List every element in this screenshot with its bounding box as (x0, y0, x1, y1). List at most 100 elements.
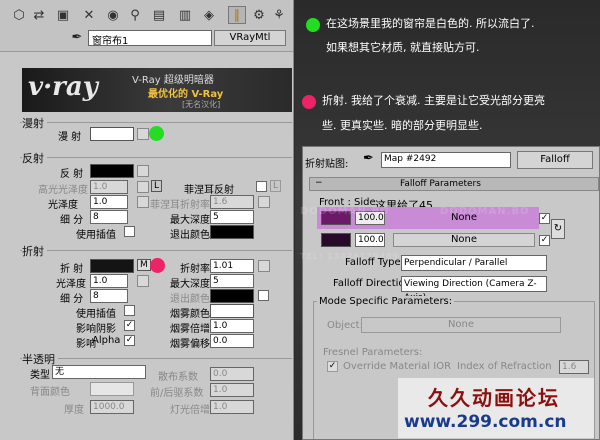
eyedropper-icon[interactable]: ✒ (363, 151, 374, 166)
put-material-icon[interactable]: ⇄ (30, 6, 48, 24)
fresnel-ior-input[interactable]: 1.6 (210, 195, 254, 209)
refract-color-swatch[interactable] (90, 259, 134, 273)
banner-line-3: [无名汉化] (182, 100, 221, 109)
falloff-rollout-header[interactable]: − Falloff Parameters (309, 177, 599, 191)
affect-shadows-checkbox[interactable]: ✓ (124, 320, 135, 331)
side-color-swatch[interactable] (321, 233, 351, 247)
refr-exit-color-swatch[interactable] (210, 289, 254, 303)
swap-colors-icon[interactable]: ↻ (551, 219, 565, 239)
refr-gloss-input[interactable]: 1.0 (90, 274, 128, 288)
refr-subdivs-input[interactable]: 8 (90, 289, 128, 303)
refract-label: 折 射 (60, 264, 84, 275)
subdivs-input[interactable]: 8 (90, 210, 128, 224)
divider (20, 250, 292, 251)
map-name-field[interactable]: Map #2492 (381, 152, 511, 168)
front-map-checkbox[interactable]: ✓ (539, 213, 550, 224)
refr-exit-checkbox[interactable] (258, 290, 269, 301)
diffuse-label: 漫 射 (58, 132, 82, 143)
affect-alpha-checkbox[interactable]: ✓ (124, 335, 135, 346)
divider (20, 358, 292, 359)
refr-interp-checkbox[interactable] (124, 305, 135, 316)
override-ior-checkbox[interactable]: ✓ (327, 361, 338, 372)
note-2-line-1: 折射. 我给了个衰减. 主要是让它受光部分更亮 (322, 94, 545, 107)
ior-label: 折射率 (180, 264, 210, 275)
reset-icon[interactable]: ✕ (80, 6, 98, 24)
banner-line-1: V-Ray 超级明暗器 (132, 75, 214, 86)
assign-material-icon[interactable]: ▣ (54, 6, 72, 24)
override-ior-label: Override Material IOR (343, 361, 452, 372)
index-of-refraction-label: Index of Refraction (457, 361, 552, 372)
scatter-input[interactable]: 0.0 (210, 367, 254, 381)
watermark: TEL: 13824139489 (300, 252, 400, 261)
max-depth-input[interactable]: 5 (210, 210, 254, 224)
fresnel-ior-map-button[interactable] (258, 196, 270, 208)
get-material-icon[interactable]: ⬡ (10, 6, 28, 24)
put-library-icon[interactable]: ▤ (150, 6, 168, 24)
side-map-checkbox[interactable]: ✓ (539, 235, 550, 246)
material-id-icon[interactable]: ▥ (176, 6, 194, 24)
go-sibling-icon[interactable]: ⚘ (270, 6, 288, 24)
thickness-input[interactable]: 1000.0 (90, 400, 134, 414)
refract-map-button[interactable]: M (137, 259, 151, 271)
side-amount-input[interactable]: 100.0 (355, 233, 385, 247)
diffuse-group-title: 漫射 (22, 115, 47, 131)
refr-gloss-map-button[interactable] (137, 275, 149, 287)
falloff-type-select[interactable]: Perpendicular / Parallel (401, 255, 547, 271)
collapse-icon: − (315, 178, 323, 188)
fresnel-label: 菲涅耳反射 (184, 185, 234, 196)
green-marker-dot (149, 126, 164, 141)
eyedropper-icon[interactable]: ✒ (68, 30, 86, 46)
make-copy-icon[interactable]: ◉ (104, 6, 122, 24)
hilight-gloss-label: 高光光泽度 (38, 185, 88, 196)
fog-color-swatch[interactable] (210, 304, 254, 318)
hilight-gloss-map-button[interactable] (137, 181, 149, 193)
back-color-swatch[interactable] (90, 382, 134, 396)
vray-logo: v·ray (28, 72, 98, 102)
fog-bias-input[interactable]: 0.0 (210, 334, 254, 348)
index-of-refraction-input[interactable]: 1.6 (559, 360, 589, 374)
diffuse-map-button[interactable] (137, 128, 149, 140)
use-interp-checkbox[interactable] (124, 226, 135, 237)
ior-input[interactable]: 1.01 (210, 259, 254, 273)
hilight-gloss-input[interactable]: 1.0 (90, 180, 128, 194)
make-unique-icon[interactable]: ⚲ (126, 6, 144, 24)
material-name-field[interactable]: 窗帘布1 (88, 30, 212, 47)
refract-map-label: 折射贴图: (305, 159, 349, 170)
fresnel-lock-button[interactable]: L (270, 180, 282, 192)
scatter-label: 散布系数 (158, 372, 198, 383)
fwd-back-input[interactable]: 1.0 (210, 383, 254, 397)
object-picker-button[interactable]: None (361, 317, 561, 333)
fog-mult-input[interactable]: 1.0 (210, 319, 254, 333)
fresnel-ior-label: 菲涅耳折射率 (150, 200, 210, 211)
exit-color-label: 退出颜色 (170, 230, 210, 241)
map-type-button[interactable]: Falloff (517, 151, 593, 169)
side-map-button[interactable]: None (393, 233, 535, 247)
reflection-group-title: 反射 (22, 150, 47, 166)
affect-alpha-value: Alpha (92, 335, 121, 346)
gloss-input[interactable]: 1.0 (90, 195, 128, 209)
go-parent-icon[interactable]: ⚙ (250, 6, 268, 24)
use-interp-label: 使用插值 (76, 230, 116, 241)
ior-map-button[interactable] (258, 260, 270, 272)
note-1-line-2: 如果想其它材质, 就直接贴方可. (326, 41, 480, 54)
pink-marker-dot (150, 258, 165, 273)
gloss-map-button[interactable] (137, 196, 149, 208)
show-end-icon[interactable]: ∥ (228, 6, 246, 24)
falloff-direction-select[interactable]: Viewing Direction (Camera Z-Axis) (401, 276, 547, 303)
show-map-icon[interactable]: ◈ (200, 6, 218, 24)
fresnel-checkbox[interactable] (256, 181, 267, 192)
refr-max-depth-input[interactable]: 5 (210, 274, 254, 288)
material-type-button[interactable]: VRayMtl (214, 30, 286, 46)
reflect-color-swatch[interactable] (90, 164, 134, 178)
reflect-label: 反 射 (60, 169, 84, 180)
watermark: DODOMAN.BO (440, 206, 530, 217)
reflect-map-button[interactable] (137, 165, 149, 177)
subdivs-label: 细 分 (60, 215, 84, 226)
fog-mult-label: 烟雾倍增 (170, 324, 210, 335)
exit-color-swatch[interactable] (210, 225, 254, 239)
translucency-type-select[interactable]: 无 (52, 365, 146, 379)
light-mult-input[interactable]: 1.0 (210, 400, 254, 414)
lock-button[interactable]: L (151, 180, 163, 192)
max-depth-label: 最大深度 (170, 215, 210, 226)
diffuse-color-swatch[interactable] (90, 127, 134, 141)
